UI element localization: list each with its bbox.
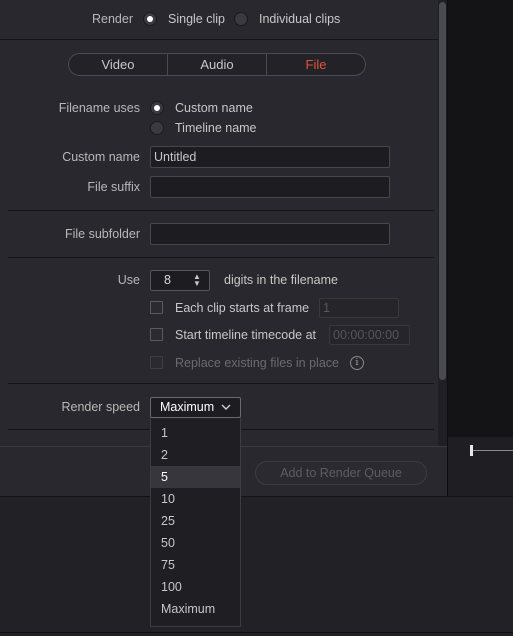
divider bbox=[0, 632, 513, 633]
chevron-down-icon bbox=[221, 404, 231, 410]
start-frame-input[interactable]: 1 bbox=[319, 298, 399, 318]
render-speed-option[interactable]: Maximum bbox=[151, 598, 240, 620]
tab-video[interactable]: Video bbox=[69, 54, 167, 75]
render-speed-label: Render speed bbox=[61, 400, 140, 414]
divider bbox=[0, 39, 438, 40]
render-label: Render bbox=[92, 12, 133, 26]
custom-name-label: Custom name bbox=[62, 150, 140, 164]
bottom-panel bbox=[0, 496, 513, 636]
playhead-handle[interactable] bbox=[470, 445, 473, 456]
divider bbox=[8, 383, 434, 384]
timeline-name-option-label[interactable]: Timeline name bbox=[175, 121, 257, 135]
viewer-scrubber-bar[interactable] bbox=[447, 437, 513, 496]
add-to-render-queue-button[interactable]: Add to Render Queue bbox=[255, 461, 427, 485]
custom-name-input[interactable]: Untitled bbox=[150, 146, 390, 168]
file-suffix-label: File suffix bbox=[87, 180, 140, 194]
file-subfolder-input[interactable] bbox=[150, 223, 390, 245]
render-speed-value: Maximum bbox=[160, 400, 215, 414]
render-speed-option[interactable]: 1 bbox=[151, 422, 240, 444]
individual-clips-radio[interactable] bbox=[234, 12, 248, 26]
divider bbox=[8, 257, 434, 258]
render-speed-option[interactable]: 25 bbox=[151, 510, 240, 532]
replace-files-label: Replace existing files in place bbox=[175, 356, 339, 370]
digits-value: 8 bbox=[164, 273, 171, 287]
timeline-name-radio[interactable] bbox=[150, 121, 164, 135]
render-speed-option[interactable]: 75 bbox=[151, 554, 240, 576]
use-label: Use bbox=[117, 273, 140, 287]
render-speed-option[interactable]: 10 bbox=[151, 488, 240, 510]
render-speed-dropdown: 1 2 5 10 25 50 75 100 Maximum bbox=[150, 418, 241, 627]
custom-name-radio[interactable] bbox=[150, 101, 164, 115]
file-subfolder-label: File subfolder bbox=[64, 227, 140, 241]
start-timecode-label[interactable]: Start timeline timecode at bbox=[175, 328, 316, 342]
filename-uses-label: Filename uses bbox=[58, 101, 140, 115]
custom-name-option-label[interactable]: Custom name bbox=[175, 101, 253, 115]
render-speed-option[interactable]: 100 bbox=[151, 576, 240, 598]
render-speed-option[interactable]: 2 bbox=[151, 444, 240, 466]
render-speed-option[interactable]: 50 bbox=[151, 532, 240, 554]
digits-stepper[interactable]: 8 ▲ ▼ bbox=[150, 270, 210, 291]
viewer-area bbox=[447, 0, 513, 437]
render-speed-option[interactable]: 5 bbox=[151, 466, 240, 488]
settings-tabs: Video Audio File bbox=[68, 53, 366, 76]
scrollbar[interactable] bbox=[438, 0, 447, 446]
start-timecode-input[interactable]: 00:00:00:00 bbox=[329, 325, 410, 345]
single-clip-label[interactable]: Single clip bbox=[168, 12, 225, 26]
scrollbar-thumb[interactable] bbox=[439, 2, 446, 380]
each-clip-checkbox[interactable] bbox=[150, 301, 163, 314]
replace-files-checkbox[interactable] bbox=[150, 356, 163, 369]
digits-suffix-label: digits in the filename bbox=[224, 273, 338, 287]
tab-file[interactable]: File bbox=[266, 54, 365, 75]
start-timecode-checkbox[interactable] bbox=[150, 328, 163, 341]
tab-audio[interactable]: Audio bbox=[167, 54, 266, 75]
file-suffix-input[interactable] bbox=[150, 176, 390, 198]
individual-clips-label[interactable]: Individual clips bbox=[259, 12, 340, 26]
info-icon[interactable]: i bbox=[350, 356, 364, 370]
render-speed-select[interactable]: Maximum bbox=[150, 397, 241, 418]
scrubber-track[interactable] bbox=[470, 450, 513, 451]
divider bbox=[8, 210, 434, 211]
render-settings-panel: Render Single clip Individual clips Vide… bbox=[0, 0, 438, 446]
stepper-arrows-icon[interactable]: ▲ ▼ bbox=[192, 273, 202, 288]
each-clip-label[interactable]: Each clip starts at frame bbox=[175, 301, 309, 315]
single-clip-radio[interactable] bbox=[143, 12, 157, 26]
